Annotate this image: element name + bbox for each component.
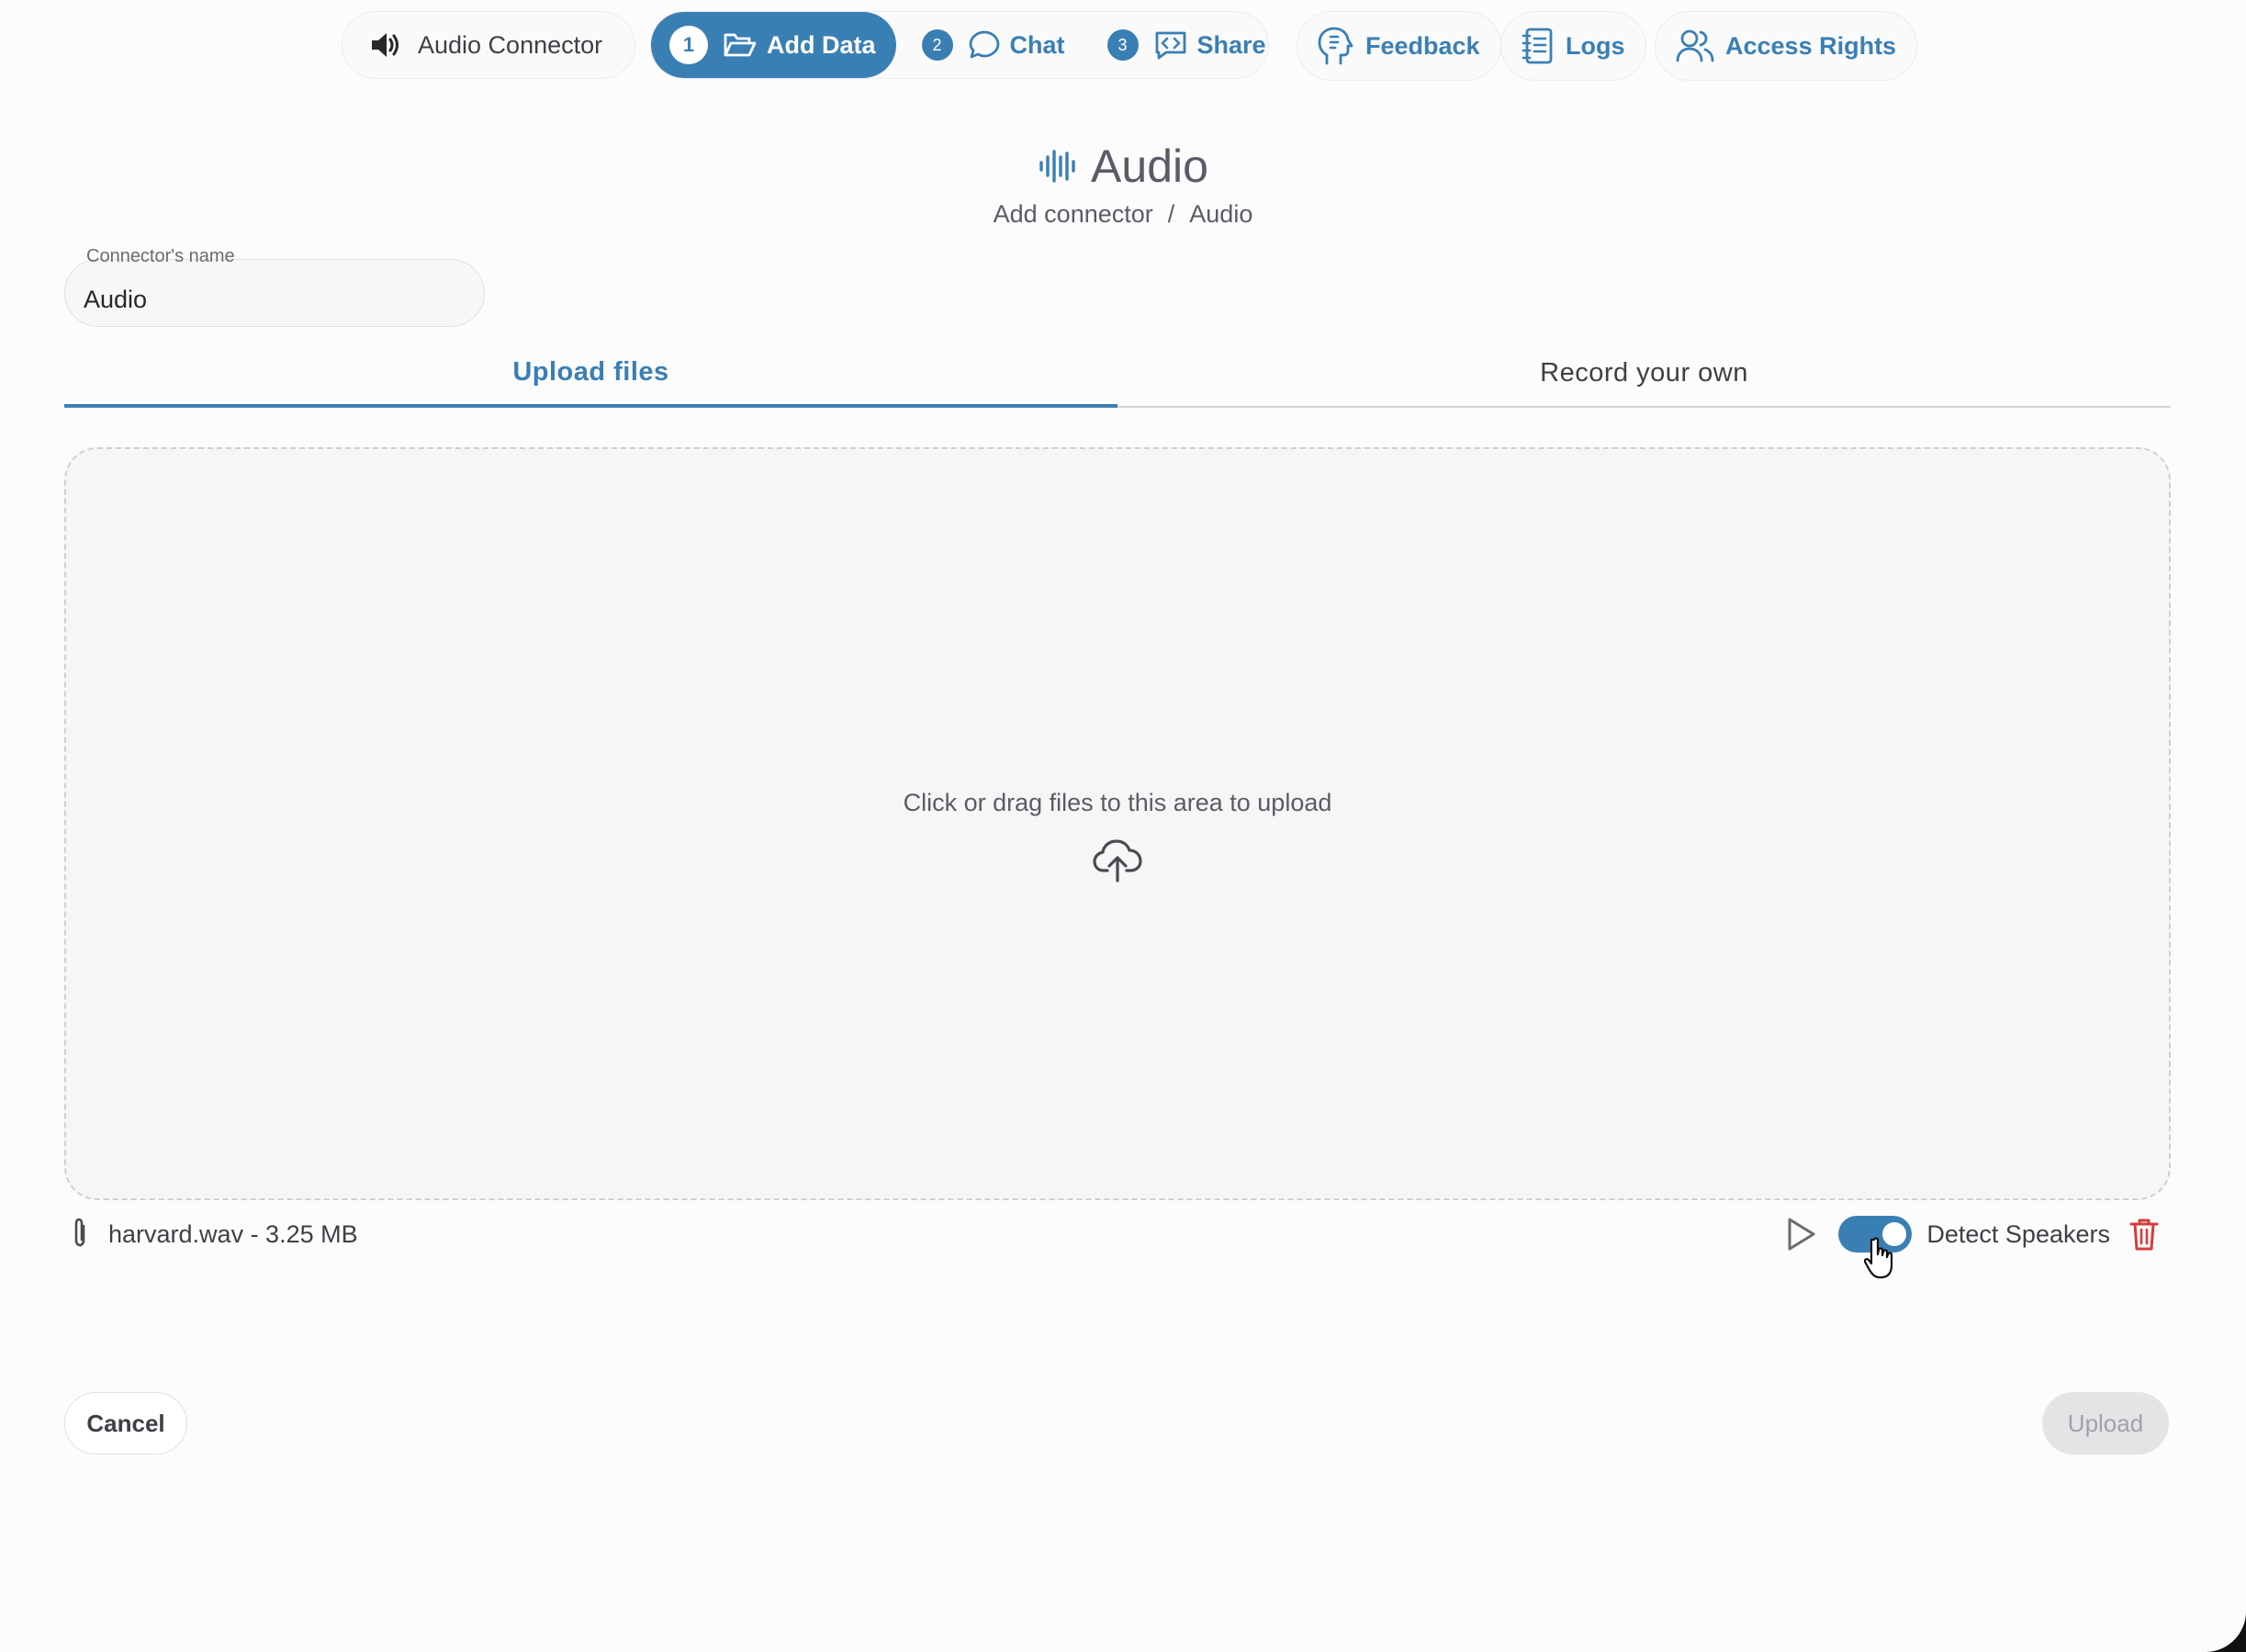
step-label: Share <box>1196 30 1266 59</box>
breadcrumb-add-connector[interactable]: Add connector <box>994 200 1153 228</box>
breadcrumb-audio: Audio <box>1189 200 1253 228</box>
step-number: 1 <box>669 26 708 64</box>
file-drop-zone[interactable]: Click or drag files to this area to uplo… <box>64 447 2171 1200</box>
speaker-icon <box>370 31 401 59</box>
breadcrumb-separator: / <box>1167 200 1175 228</box>
logs-button[interactable]: Logs <box>1500 11 1646 81</box>
upload-button[interactable]: Upload <box>2042 1392 2169 1455</box>
connector-name-input[interactable] <box>64 259 485 327</box>
notebook-icon <box>1522 27 1555 65</box>
feedback-button[interactable]: Feedback <box>1297 11 1501 81</box>
page: Audio Connector 1 Add Data 2 Chat 3 Shar… <box>0 0 2246 1652</box>
page-title: Audio <box>1091 140 1208 192</box>
tab-bar: Upload files Record your own <box>64 340 2171 408</box>
drop-zone-hint: Click or drag files to this area to uplo… <box>903 788 1332 816</box>
chat-bubble-icon <box>968 29 1001 61</box>
step-chat[interactable]: 2 Chat <box>921 12 1065 78</box>
access-rights-button[interactable]: Access Rights <box>1655 11 1918 81</box>
users-icon <box>1676 28 1714 63</box>
step-label: Chat <box>1009 30 1065 59</box>
connector-name-label: Connector's name <box>86 246 235 266</box>
paperclip-icon <box>70 1218 90 1251</box>
step-number: 3 <box>1106 29 1139 61</box>
cloud-upload-icon <box>1092 837 1143 883</box>
audio-waveform-icon <box>1038 146 1078 186</box>
window-corner <box>2206 1612 2246 1652</box>
step-label: Add Data <box>767 30 876 59</box>
step-number: 2 <box>921 29 953 61</box>
tab-upload-files[interactable]: Upload files <box>64 340 1117 408</box>
folder-open-icon <box>723 30 758 60</box>
uploaded-file-row: harvard.wav - 3.25 MB Detect Speakers <box>64 1208 2171 1260</box>
trash-icon[interactable] <box>2128 1217 2160 1252</box>
step-navigation: 1 Add Data 2 Chat 3 Share <box>650 11 1269 79</box>
feedback-label: Feedback <box>1365 31 1480 60</box>
file-name: harvard.wav - 3.25 MB <box>108 1219 358 1248</box>
page-header: Audio <box>0 140 2246 193</box>
connector-switcher[interactable]: Audio Connector <box>342 11 635 79</box>
cancel-button[interactable]: Cancel <box>64 1392 187 1455</box>
step-share[interactable]: 3 Share <box>1106 12 1266 78</box>
logs-label: Logs <box>1566 31 1625 60</box>
tab-record-your-own[interactable]: Record your own <box>1117 340 2171 406</box>
access-rights-label: Access Rights <box>1725 31 1897 60</box>
play-icon[interactable] <box>1783 1216 1818 1253</box>
feedback-head-icon <box>1318 27 1354 65</box>
breadcrumb: Add connector / Audio <box>0 200 2246 229</box>
connector-name: Audio Connector <box>418 30 603 59</box>
step-add-data[interactable]: 1 Add Data <box>651 12 896 78</box>
code-share-icon <box>1153 29 1188 61</box>
file-actions: Detect Speakers <box>1783 1216 2171 1253</box>
hand-pointer-cursor-icon <box>1864 1236 1897 1280</box>
detect-speakers-label: Detect Speakers <box>1926 1219 2110 1248</box>
